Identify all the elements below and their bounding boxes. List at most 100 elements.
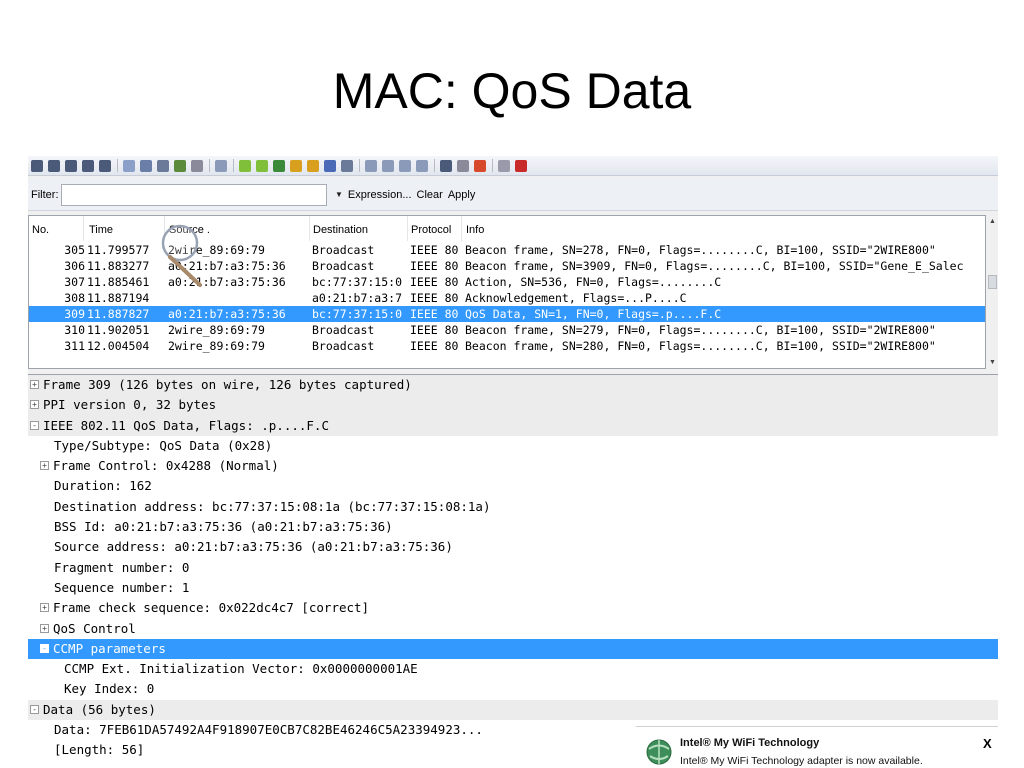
packet-list-scrollbar[interactable]: ▲ ▼ <box>987 215 998 369</box>
forward-icon[interactable] <box>256 159 268 172</box>
scroll-up-icon[interactable]: ▲ <box>989 218 996 225</box>
colorize-icon[interactable] <box>341 159 353 172</box>
detail-row[interactable]: BSS Id: a0:21:b7:a3:75:36 (a0:21:b7:a3:7… <box>28 517 998 537</box>
detail-row[interactable]: Duration: 162 <box>28 476 998 496</box>
last-packet-icon[interactable] <box>307 159 319 172</box>
detail-row[interactable]: - IEEE 802.11 QoS Data, Flags: .p....F.C <box>28 415 998 436</box>
packet-row[interactable]: 309 11.887827 a0:21:b7:a3:75:36 bc:77:37:15… <box>29 306 985 322</box>
packet-row[interactable]: 308 11.887194 a0:21:b7:a3:7 IEEE 80 Acknowle… <box>29 290 985 306</box>
capture-filters-icon[interactable] <box>440 159 452 172</box>
packet-row[interactable]: 305 11.799577 2wire_89:69:79 Broadcast IEEE … <box>29 242 985 258</box>
detail-row[interactable]: CCMP Ext. Initialization Vector: 0x00000… <box>28 659 998 679</box>
detail-text: Sequence number: 1 <box>54 579 190 595</box>
packet-cell-source: a0:21:b7:a3:75:36 <box>168 275 286 289</box>
expression-button[interactable]: Expression... <box>348 189 412 201</box>
toolbar-separator <box>492 159 493 172</box>
packet-row[interactable]: 311 12.004504 2wire_89:69:79 Broadcast IEEE … <box>29 338 985 354</box>
preferences-icon[interactable] <box>498 159 510 172</box>
detail-row[interactable]: - Data (56 bytes) <box>28 699 998 721</box>
detail-row[interactable]: + Frame check sequence: 0x022dc4c7 [corre… <box>28 598 998 618</box>
display-filters-icon[interactable] <box>457 159 469 172</box>
help-icon[interactable] <box>515 159 527 172</box>
column-destination[interactable]: Destination <box>313 224 368 236</box>
column-info[interactable]: Info <box>466 224 484 236</box>
go-to-packet-icon[interactable] <box>273 159 285 172</box>
zoom-in-icon[interactable] <box>365 159 377 172</box>
detail-text: Duration: 162 <box>54 478 152 494</box>
packet-cell-time: 11.902051 <box>87 323 150 337</box>
packet-cell-time: 11.883277 <box>87 259 150 273</box>
collapse-icon[interactable]: - <box>40 643 49 653</box>
detail-text: Destination address: bc:77:37:15:08:1a (… <box>54 498 491 514</box>
packet-cell-source: 2wire_89:69:79 <box>168 323 265 337</box>
resize-columns-icon[interactable] <box>416 159 428 172</box>
normal-size-icon[interactable] <box>399 159 411 172</box>
detail-row[interactable]: Key Index: 0 <box>28 679 998 699</box>
expand-icon[interactable]: + <box>40 461 49 471</box>
column-time[interactable]: Time <box>89 224 113 236</box>
packet-cell-protocol: IEEE 80 <box>410 243 459 257</box>
collapse-icon[interactable]: - <box>30 420 39 430</box>
detail-row[interactable]: + Frame Control: 0x4288 (Normal) <box>28 456 998 476</box>
print-icon[interactable] <box>191 159 203 172</box>
column-source[interactable]: Source . <box>169 224 210 236</box>
packet-cell-destination: Broadcast <box>312 339 375 353</box>
wifi-notification[interactable]: Intel® My WiFi Technology Intel® My WiFi… <box>636 726 998 768</box>
coloring-rules-icon[interactable] <box>474 159 486 172</box>
filter-input[interactable] <box>61 183 327 206</box>
column-protocol[interactable]: Protocol <box>411 224 451 236</box>
detail-row[interactable]: Type/Subtype: QoS Data (0x28) <box>28 436 998 456</box>
collapse-icon[interactable]: - <box>30 704 39 714</box>
open-file-icon[interactable] <box>123 159 135 172</box>
close-file-icon[interactable] <box>157 159 169 172</box>
detail-row[interactable]: + QoS Control <box>28 619 998 639</box>
expand-icon[interactable]: + <box>30 400 39 410</box>
back-icon[interactable] <box>239 159 251 172</box>
stop-capture-icon[interactable] <box>82 159 94 172</box>
detail-row[interactable]: + Frame 309 (126 bytes on wire, 126 bytes… <box>28 375 998 396</box>
packet-cell-no: 310 <box>64 323 85 337</box>
packet-row[interactable]: 306 11.883277 a0:21:b7:a3:75:36 Broadcast IE… <box>29 258 985 274</box>
interfaces-icon[interactable] <box>31 159 43 172</box>
apply-button[interactable]: Apply <box>448 189 476 201</box>
detail-row[interactable]: Sequence number: 1 <box>28 578 998 598</box>
column-no[interactable]: No. <box>32 224 49 236</box>
first-packet-icon[interactable] <box>290 159 302 172</box>
autoscroll-icon[interactable] <box>324 159 336 172</box>
expand-icon[interactable]: + <box>30 380 39 389</box>
clear-button[interactable]: Clear <box>417 189 443 201</box>
packet-cell-protocol: IEEE 80 <box>410 307 459 321</box>
detail-text: Data (56 bytes) <box>43 701 156 717</box>
expand-icon[interactable]: + <box>40 623 49 633</box>
detail-row[interactable]: Destination address: bc:77:37:15:08:1a (… <box>28 497 998 517</box>
scroll-down-icon[interactable]: ▼ <box>989 359 996 366</box>
find-icon[interactable] <box>215 159 227 172</box>
packet-cell-info: Beacon frame, SN=278, FN=0, Flags=......… <box>465 243 936 257</box>
packet-cell-info: Beacon frame, SN=280, FN=0, Flags=......… <box>465 339 936 353</box>
detail-row[interactable]: Source address: a0:21:b7:a3:75:36 (a0:21… <box>28 537 998 557</box>
packet-cell-destination: Broadcast <box>312 323 375 337</box>
detail-text: IEEE 802.11 QoS Data, Flags: .p....F.C <box>43 417 329 433</box>
packet-row[interactable]: 307 11.885461 a0:21:b7:a3:75:36 bc:77:37:15… <box>29 274 985 290</box>
expand-icon[interactable]: + <box>40 603 49 613</box>
detail-text: Key Index: 0 <box>64 681 155 697</box>
detail-row[interactable]: + PPI version 0, 32 bytes <box>28 395 998 416</box>
notification-title: Intel® My WiFi Technology <box>680 737 820 749</box>
close-notification-button[interactable]: X <box>983 736 992 751</box>
scroll-thumb[interactable] <box>988 275 997 289</box>
packet-cell-no: 306 <box>64 259 85 273</box>
options-icon[interactable] <box>48 159 60 172</box>
restart-capture-icon[interactable] <box>99 159 111 172</box>
packet-row[interactable]: 310 11.902051 2wire_89:69:79 Broadcast IEEE … <box>29 322 985 338</box>
save-file-icon[interactable] <box>140 159 152 172</box>
filter-dropdown-icon[interactable]: ▼ <box>335 190 343 199</box>
packet-cell-destination: bc:77:37:15:0 <box>312 275 403 289</box>
start-capture-icon[interactable] <box>65 159 77 172</box>
zoom-out-icon[interactable] <box>382 159 394 172</box>
detail-text: Fragment number: 0 <box>54 559 190 575</box>
detail-row[interactable]: Fragment number: 0 <box>28 558 998 578</box>
packet-cell-protocol: IEEE 80 <box>410 259 459 273</box>
reload-icon[interactable] <box>174 159 186 172</box>
detail-row[interactable]: - CCMP parameters <box>28 638 998 660</box>
packet-cell-time: 11.885461 <box>87 275 150 289</box>
